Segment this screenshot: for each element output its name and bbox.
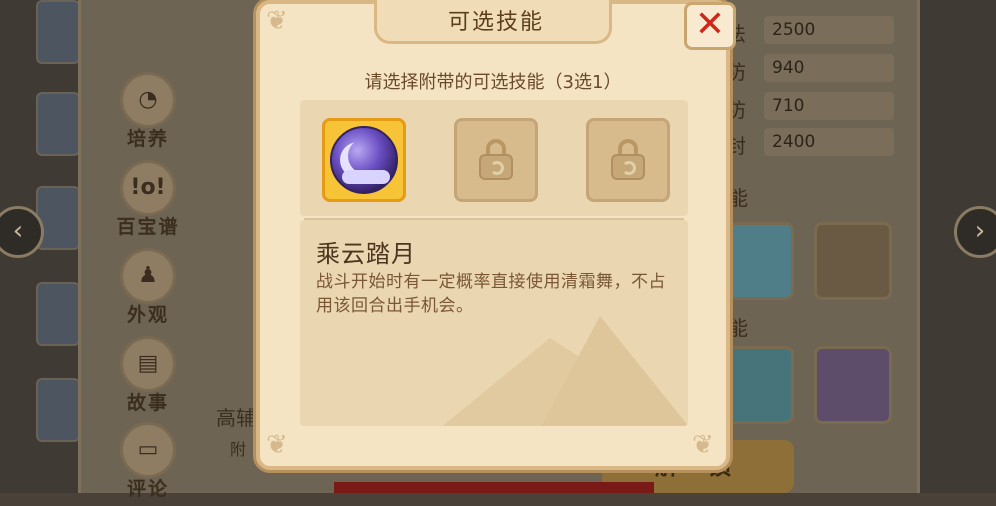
stat-value: 2400 xyxy=(764,128,894,156)
pet-card[interactable] xyxy=(36,378,80,442)
dialog-title: 可选技能 xyxy=(447,10,544,35)
skill-slot[interactable] xyxy=(814,222,892,300)
menu-label: 评论 xyxy=(126,478,169,500)
peach-icon: ◔ xyxy=(120,72,176,128)
stat-row: 防 710 xyxy=(726,92,896,122)
menu-treasure[interactable]: !o! 百宝谱 xyxy=(112,160,184,244)
treasure-icon: !o! xyxy=(120,160,176,216)
chevron-right-icon: › xyxy=(974,216,986,246)
outfit-icon: ♟ xyxy=(120,248,176,304)
mountain-decoration xyxy=(540,316,688,426)
skill-description: 战斗开始时有一定概率直接使用清霜舞，不占用该回合出手机会。 xyxy=(316,272,666,316)
skill-option-selected[interactable] xyxy=(322,118,406,202)
stat-row: 防 940 xyxy=(726,54,896,84)
menu-comment[interactable]: ▭ 评论 xyxy=(112,422,184,506)
section-label: 能 xyxy=(728,316,748,340)
corner-ornament-icon: ❦ xyxy=(692,430,714,460)
skill-slot[interactable] xyxy=(814,346,892,424)
menu-label: 故事 xyxy=(126,392,169,414)
menu-label: 百宝谱 xyxy=(116,216,180,238)
chevron-left-icon: ‹ xyxy=(12,216,24,246)
close-icon: ✕ xyxy=(694,4,726,45)
skill-name: 乘云踏月 xyxy=(316,240,416,268)
dialog-subtitle: 请选择附带的可选技能（3选1） xyxy=(364,72,622,93)
pet-card[interactable] xyxy=(36,92,80,156)
menu-label: 培养 xyxy=(126,128,169,150)
skill-detail-area: 乘云踏月 战斗开始时有一定概率直接使用清霜舞，不占用该回合出手机会。 xyxy=(300,220,688,426)
pet-type-label: 高辅 xyxy=(216,406,256,430)
pet-card[interactable] xyxy=(36,0,80,64)
stat-row: 法 2500 xyxy=(726,16,896,46)
menu-train[interactable]: ◔ 培养 xyxy=(112,72,184,156)
lock-icon xyxy=(479,139,513,180)
corner-ornament-icon: ❦ xyxy=(266,6,288,36)
comment-icon: ▭ xyxy=(120,422,176,478)
stat-value: 940 xyxy=(764,54,894,82)
moon-cloud-skill-icon xyxy=(330,126,398,194)
menu-appearance[interactable]: ♟ 外观 xyxy=(112,248,184,332)
skill-choice-area xyxy=(300,100,688,216)
lock-icon xyxy=(611,139,645,180)
section-label: 能 xyxy=(728,186,748,210)
skill-option-locked[interactable] xyxy=(454,118,538,202)
optional-skill-dialog: ❦ ❦ ❦ 可选技能 ✕ 请选择附带的可选技能（3选1） 乘云踏月 战斗开始时有… xyxy=(256,0,736,470)
stat-value: 710 xyxy=(764,92,894,120)
skill-option-locked[interactable] xyxy=(586,118,670,202)
pet-subtype-label: 附 xyxy=(230,440,247,459)
title-plate: 可选技能 xyxy=(374,0,612,44)
menu-story[interactable]: ▤ 故事 xyxy=(112,336,184,420)
pet-card[interactable] xyxy=(36,282,80,346)
close-button[interactable]: ✕ xyxy=(684,2,736,50)
corner-ornament-icon: ❦ xyxy=(266,430,288,460)
stat-value: 2500 xyxy=(764,16,894,44)
menu-label: 外观 xyxy=(126,304,169,326)
bottom-caption-bar xyxy=(334,482,654,493)
book-icon: ▤ xyxy=(120,336,176,392)
stat-row: 封 2400 xyxy=(726,128,896,158)
